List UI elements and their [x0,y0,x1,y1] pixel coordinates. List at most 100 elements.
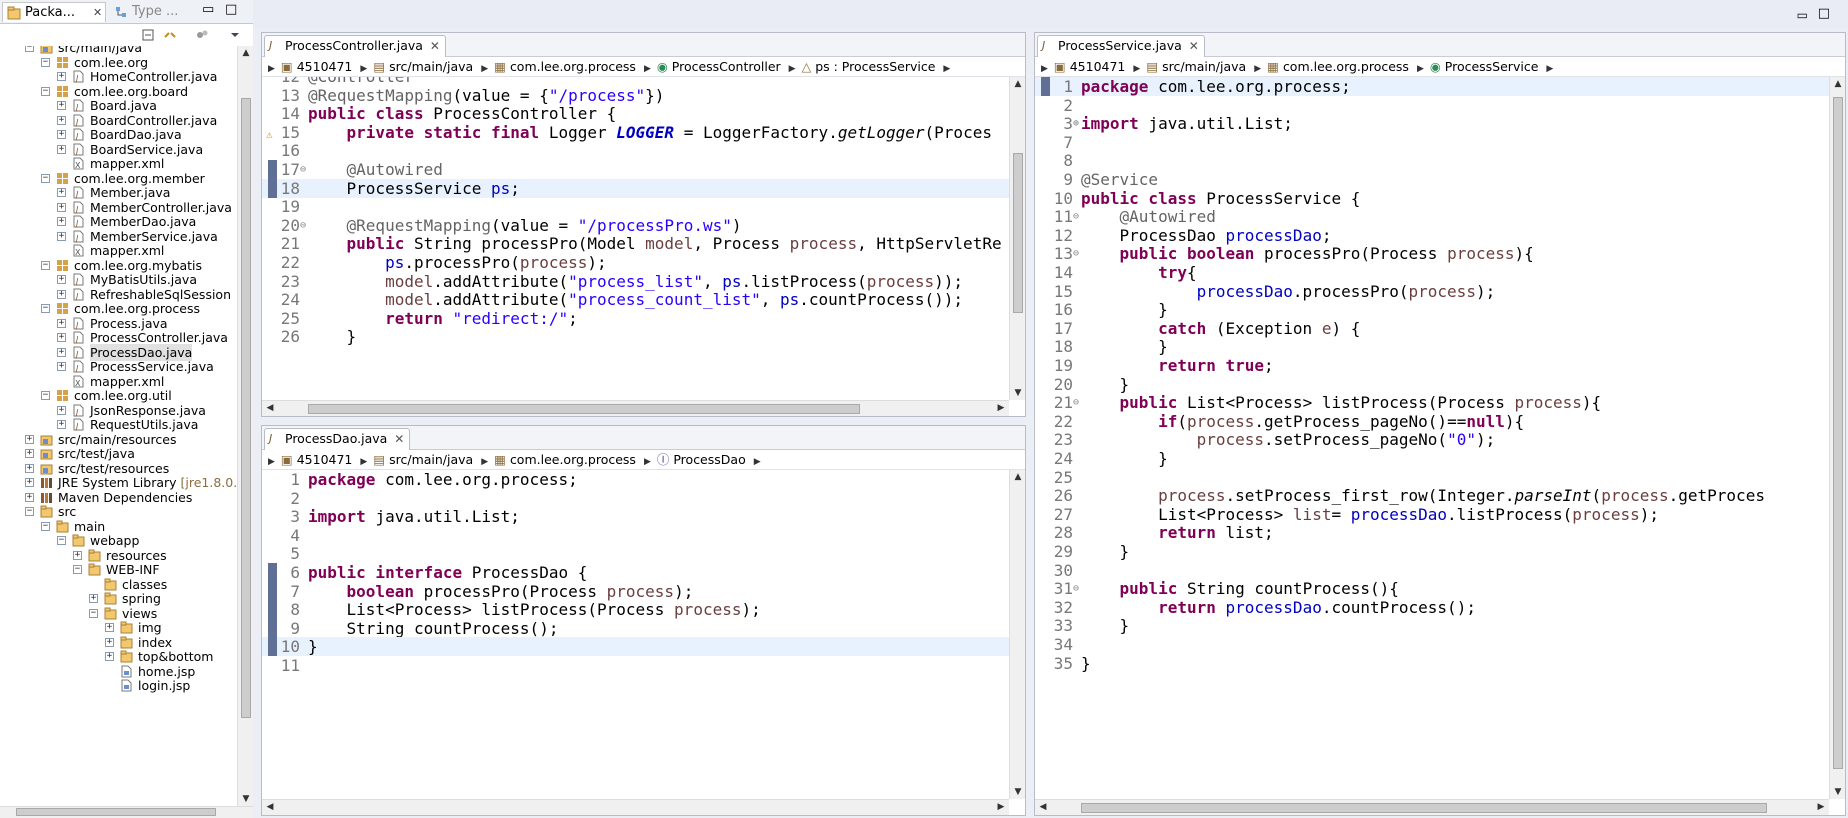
code-line[interactable]: 5 [262,544,1009,563]
expand-icon[interactable]: + [57,275,66,284]
tab-package-explorer[interactable]: Packa... ✕ [2,2,106,22]
vertical-scrollbar[interactable]: ▲ ▼ [1009,470,1025,799]
code-line[interactable]: 17 ⊖ @Autowired [262,160,1009,179]
tab-process-controller[interactable]: J ProcessController.java ✕ [264,35,446,57]
scroll-right-icon[interactable]: ▶ [994,401,1008,415]
breadcrumb-item[interactable]: Ⓘ ProcessDao [657,450,746,469]
scroll-left-icon[interactable]: ◀ [263,800,277,814]
code-line[interactable]: 32 return processDao.countProcess(); [1035,598,1829,617]
code-line[interactable]: 14 public class ProcessController { [262,104,1009,123]
code-line[interactable]: 24 } [1035,449,1829,468]
filters-icon[interactable] [195,28,209,42]
expand-icon[interactable]: + [57,420,66,429]
scroll-thumb[interactable] [1833,97,1843,769]
scroll-right-icon[interactable]: ▶ [994,800,1008,814]
breadcrumb-item[interactable]: ▣ 4510471 [1054,57,1125,76]
scroll-up-icon[interactable]: ▲ [1831,77,1845,91]
code-line[interactable]: 26 } [262,327,1009,346]
code-line[interactable]: 9 String countProcess(); [262,618,1009,638]
code-line[interactable]: 23 model.addAttribute("process_list", ps… [262,272,1009,291]
breadcrumb-arrow-icon[interactable]: ▶ [268,59,275,76]
horizontal-scrollbar[interactable]: ◀ ▶ [262,799,1009,815]
code-line[interactable]: 17 catch (Exception e) { [1035,319,1829,338]
scroll-down-icon[interactable]: ▼ [1831,785,1845,799]
maximize-icon[interactable]: □ [1818,6,1830,21]
expand-icon[interactable]: + [57,202,66,212]
explorer-vertical-scrollbar[interactable]: ▲ ▼ [237,46,253,806]
breadcrumb-item[interactable]: △ ps : ProcessService [802,57,936,76]
collapse-fold-icon[interactable]: ⊖ [1073,579,1079,598]
breadcrumb-arrow-icon[interactable]: ▶ [1417,59,1424,76]
collapse-fold-icon[interactable]: ⊖ [300,216,306,235]
code-line[interactable]: 8 [1035,151,1829,170]
collapse-icon[interactable]: − [89,608,98,618]
breadcrumb-arrow-icon[interactable]: ▶ [1133,59,1140,76]
code-line[interactable]: ⚠ 15 private static final Logger LOGGER =… [262,123,1009,142]
scroll-thumb[interactable] [16,808,216,816]
breadcrumb-item[interactable]: ▦ com.lee.org.process [1267,57,1409,76]
vertical-scrollbar[interactable]: ▲ ▼ [1009,77,1025,400]
expand-icon[interactable]: + [25,492,34,502]
scroll-down-icon[interactable]: ▼ [1011,785,1025,799]
expand-icon[interactable]: + [57,72,66,81]
collapse-fold-icon[interactable]: ⊖ [1073,244,1079,263]
horizontal-scrollbar[interactable]: ◀ ▶ [262,400,1009,416]
expand-icon[interactable]: + [73,550,82,560]
code-line[interactable]: 13 ⊖ public boolean processPro(Process pr… [1035,244,1829,263]
breadcrumb-arrow-icon[interactable]: ▶ [789,59,796,76]
code-line[interactable]: 20 ⊖ @RequestMapping(value = "/processPro… [262,216,1009,235]
breadcrumb-arrow-icon[interactable]: ▶ [644,452,651,469]
collapse-icon[interactable]: − [73,565,82,574]
code-line[interactable]: 3 import java.util.List; [262,507,1009,526]
code-line[interactable]: 15 processDao.processPro(process); [1035,282,1829,301]
expand-icon[interactable]: + [105,623,114,632]
code-line[interactable]: 19 return true; [1035,356,1829,375]
code-line[interactable]: 23 process.setProcess_pageNo("0"); [1035,430,1829,449]
code-line[interactable]: 14 try{ [1035,263,1829,282]
expand-fold-icon[interactable]: ⊕ [1073,114,1079,133]
collapse-icon[interactable]: − [41,304,50,313]
collapse-fold-icon[interactable]: ⊖ [1073,393,1079,412]
code-line[interactable]: 25 [1035,468,1829,487]
code-line[interactable]: 27 List<Process> list= processDao.listPr… [1035,505,1829,524]
code-line[interactable]: 34 [1035,635,1829,654]
expand-icon[interactable]: + [105,637,114,647]
breadcrumb-item[interactable]: ▣ 4510471 [281,57,352,76]
collapse-all-icon[interactable] [141,28,155,42]
link-with-editor-icon[interactable] [163,28,177,42]
code-line[interactable]: 31 ⊖ public String countProcess(){ [1035,579,1829,598]
code-line[interactable]: 30 [1035,561,1829,580]
breadcrumb-arrow-icon[interactable]: ▶ [360,59,367,76]
collapse-icon[interactable]: − [41,521,50,531]
code-line[interactable]: 3 ⊕ import java.util.List; [1035,114,1829,133]
collapse-icon[interactable]: − [25,507,34,516]
minimize-icon[interactable]: ▭ [1797,8,1808,22]
close-icon[interactable]: ✕ [430,36,440,56]
code-line[interactable]: 8 List<Process> listProcess(Process proc… [262,600,1009,620]
collapse-icon[interactable]: − [41,260,50,270]
breadcrumb-item[interactable]: ▦ com.lee.org.process [494,57,636,76]
minimize-icon[interactable]: ▭ [202,2,214,17]
code-line[interactable]: 28 return list; [1035,523,1829,542]
expand-icon[interactable]: + [57,188,66,197]
code-line[interactable]: 19 [262,197,1009,216]
code-line[interactable]: 18 ProcessService ps; [262,178,1009,198]
view-menu-icon[interactable] [228,28,242,42]
code-line[interactable]: 7 [1035,133,1829,152]
scroll-thumb[interactable] [1081,803,1767,813]
code-line[interactable]: 4 [262,526,1009,545]
breadcrumb-arrow-icon[interactable]: ▶ [943,59,950,76]
code-line[interactable]: 20 } [1035,375,1829,394]
vertical-scrollbar[interactable]: ▲ ▼ [1829,77,1845,799]
code-line[interactable]: 25 return "redirect:/"; [262,309,1009,328]
close-icon[interactable]: ✕ [394,429,404,449]
collapse-fold-icon[interactable]: ⊖ [1073,207,1079,226]
code-line[interactable]: 6 public interface ProcessDao { [262,563,1009,582]
scroll-thumb[interactable] [308,404,860,414]
code-line[interactable]: 18 } [1035,337,1829,356]
breadcrumb-item[interactable]: ▤ src/main/java [1146,57,1246,76]
collapse-icon[interactable]: − [41,173,50,183]
collapse-icon[interactable]: − [57,536,66,545]
code-line[interactable]: 29 } [1035,542,1829,561]
code-view[interactable]: 12@Controller13@RequestMapping(value = {… [262,77,1025,400]
